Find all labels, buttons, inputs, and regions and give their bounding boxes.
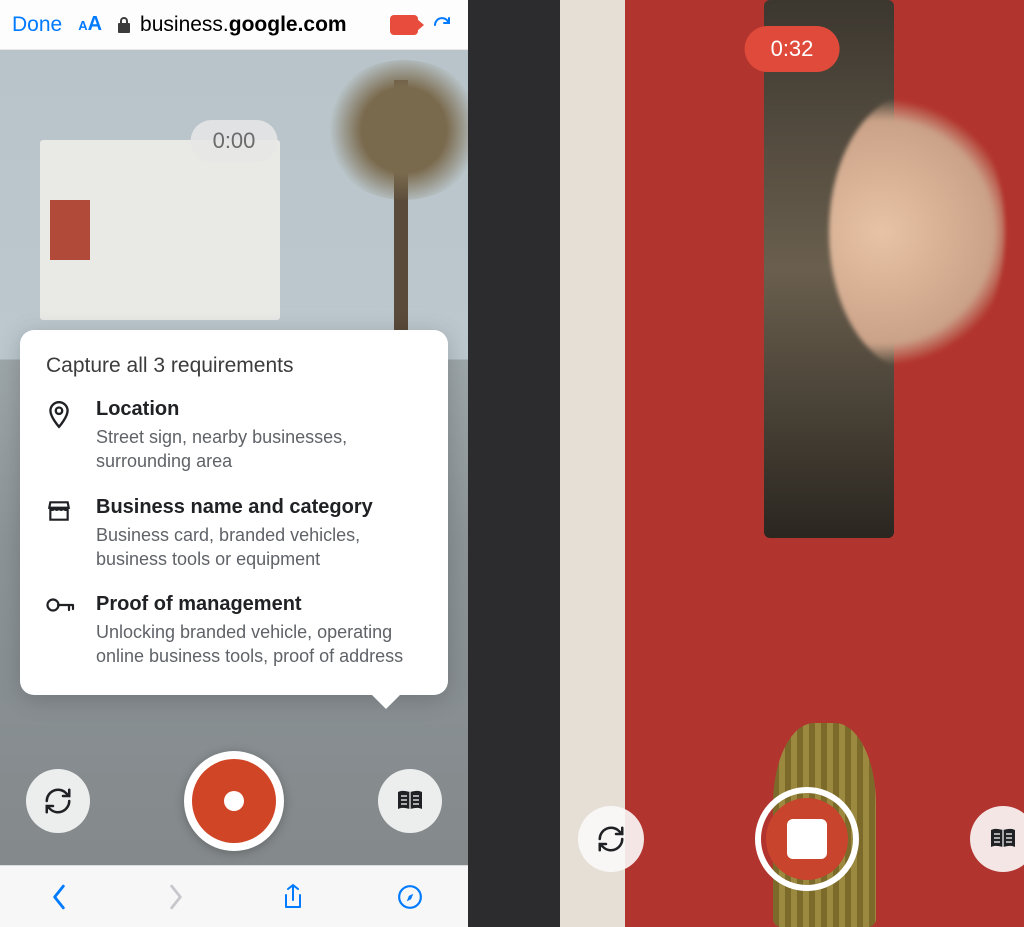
safari-toolbar	[0, 865, 468, 927]
lock-icon	[114, 16, 134, 34]
requirements-card: Capture all 3 requirements Location Stre…	[20, 330, 448, 695]
camera-viewport-left: 0:00 Capture all 3 requirements Location…	[0, 50, 468, 865]
screenshot-divider	[468, 0, 560, 927]
phone-left: Done AA business.google.com 0:00 Capture…	[0, 0, 468, 927]
browser-address-bar: Done AA business.google.com	[0, 0, 468, 50]
record-timer-right: 0:32	[745, 26, 840, 72]
location-pin-icon	[46, 398, 76, 474]
record-button[interactable]	[184, 751, 284, 851]
back-button[interactable]	[44, 884, 74, 910]
requirement-proof: Proof of management Unlocking branded ve…	[46, 593, 422, 669]
stop-record-button[interactable]	[755, 787, 859, 891]
guide-button[interactable]	[378, 769, 442, 833]
share-button[interactable]	[278, 883, 308, 911]
requirement-desc: Business card, branded vehicles, busines…	[96, 523, 422, 572]
requirement-label: Proof of management	[96, 593, 422, 616]
requirement-label: Business name and category	[96, 496, 422, 519]
url-host-bold: google.com	[229, 13, 347, 36]
flip-camera-button[interactable]	[578, 806, 644, 872]
camera-controls-right	[560, 787, 1024, 891]
requirement-label: Location	[96, 398, 422, 421]
guide-button[interactable]	[970, 806, 1024, 872]
requirements-title: Capture all 3 requirements	[46, 354, 422, 378]
storefront-icon	[46, 496, 76, 572]
reload-button[interactable]	[424, 13, 460, 37]
requirement-location: Location Street sign, nearby businesses,…	[46, 398, 422, 474]
forward-button[interactable]	[161, 884, 191, 910]
flip-camera-button[interactable]	[26, 769, 90, 833]
safari-compass-button[interactable]	[395, 884, 425, 910]
camera-controls-left	[0, 751, 468, 851]
camera-recording-icon	[390, 15, 418, 35]
key-icon	[46, 593, 76, 669]
url-host[interactable]: business.google.com	[140, 13, 347, 37]
requirement-business: Business name and category Business card…	[46, 496, 422, 572]
requirement-desc: Street sign, nearby businesses, surround…	[96, 425, 422, 474]
url-host-plain: business.	[140, 13, 229, 36]
requirement-desc: Unlocking branded vehicle, operating onl…	[96, 620, 422, 669]
text-size-button[interactable]: AA	[72, 13, 108, 36]
done-button[interactable]: Done	[8, 13, 66, 37]
record-timer-left: 0:00	[191, 120, 278, 162]
phone-right: 0:32	[560, 0, 1024, 927]
